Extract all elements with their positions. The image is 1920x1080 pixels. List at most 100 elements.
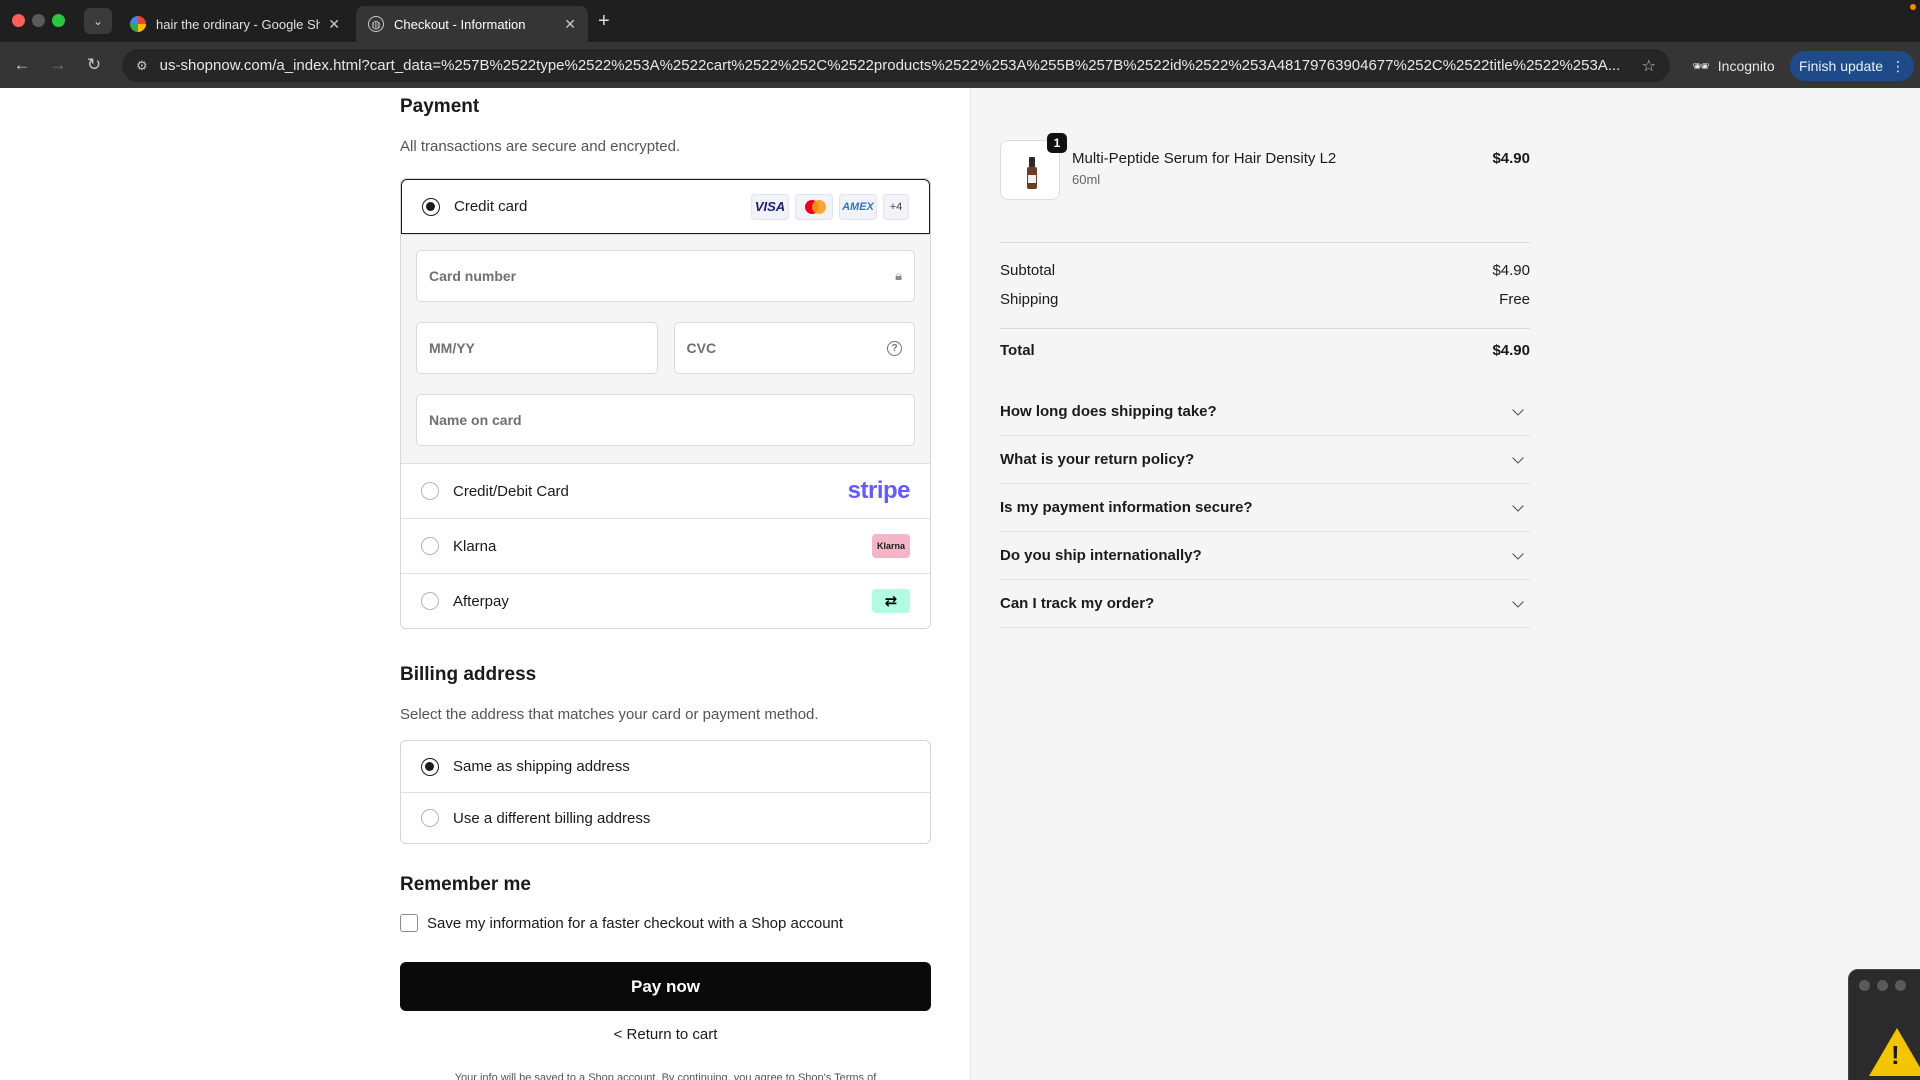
browser-toolbar: ← → ↻ ⚙ us-shopnow.com/a_index.html?cart…	[0, 42, 1920, 88]
afterpay-icon: ⇄	[872, 589, 910, 613]
billing-same-label: Same as shipping address	[453, 758, 630, 775]
cvc-input[interactable]	[686, 340, 887, 356]
radio-klarna[interactable]	[421, 537, 439, 555]
billing-options: Same as shipping address Use a different…	[400, 740, 931, 844]
chevron-down-icon	[1512, 595, 1524, 608]
billing-subtitle: Select the address that matches your car…	[400, 706, 819, 723]
window-dot	[1895, 980, 1906, 991]
help-icon[interactable]: ?	[887, 340, 902, 356]
payment-option-klarna[interactable]: Klarna Klarna	[401, 518, 930, 573]
tab-checkout[interactable]: ◍ Checkout - Information ✕	[356, 6, 588, 42]
payment-title: Payment	[400, 96, 480, 117]
billing-different-label: Use a different billing address	[453, 809, 651, 827]
subtotal-row: Subtotal $4.90	[1000, 262, 1530, 279]
more-cards-badge: +4	[883, 193, 909, 220]
pay-now-button[interactable]: Pay now	[400, 962, 931, 1011]
radio-different-address[interactable]	[421, 809, 439, 827]
checkout-page: Payment All transactions are secure and …	[0, 88, 1920, 1080]
remember-me-title: Remember me	[400, 874, 531, 895]
chevron-down-icon	[1512, 547, 1524, 560]
chevron-down-icon	[1512, 499, 1524, 512]
tab-search-button[interactable]: ⌄	[84, 8, 112, 34]
back-arrow-icon[interactable]: ←	[10, 53, 34, 77]
reload-icon[interactable]: ↻	[82, 53, 106, 77]
klarna-option-label: Klarna	[453, 537, 497, 555]
window-dot	[1877, 980, 1888, 991]
finish-update-label: Finish update	[1798, 58, 1884, 74]
serum-bottle-image	[1027, 157, 1037, 189]
remember-me-checkbox[interactable]	[400, 914, 418, 932]
payment-option-stripe[interactable]: Credit/Debit Card stripe	[401, 463, 930, 518]
product-variant: 60ml	[1072, 172, 1101, 187]
card-brand-logos: VISA AMEX +4	[751, 193, 909, 220]
close-window-button[interactable]	[12, 14, 25, 27]
faq-question: Do you ship internationally?	[1000, 547, 1202, 564]
shipping-value: Free	[1499, 291, 1530, 308]
total-value: $4.90	[1492, 342, 1530, 359]
faq-item[interactable]: How long does shipping take?	[1000, 388, 1530, 436]
tab-google-shopping[interactable]: hair the ordinary - Google Sh ✕	[118, 6, 352, 42]
remember-me-row[interactable]: Save my information for a faster checkou…	[400, 914, 843, 932]
quantity-badge: 1	[1047, 133, 1067, 153]
name-on-card-field[interactable]	[416, 394, 915, 446]
shipping-label: Shipping	[1000, 291, 1059, 308]
site-info-icon[interactable]: ⚙	[136, 58, 148, 74]
url-text[interactable]: us-shopnow.com/a_index.html?cart_data=%2…	[160, 57, 1630, 74]
return-to-cart-link[interactable]: < Return to cart	[400, 1026, 931, 1043]
subtotal-label: Subtotal	[1000, 262, 1056, 279]
notification-dot	[1910, 4, 1916, 10]
payment-subtitle: All transactions are secure and encrypte…	[400, 138, 681, 155]
finish-update-button[interactable]: Finish update ⋮	[1790, 51, 1914, 81]
card-number-field[interactable]: 🔒︎	[416, 250, 915, 302]
close-icon[interactable]: ✕	[564, 16, 576, 33]
new-tab-button[interactable]: +	[598, 10, 610, 32]
payment-option-credit-card[interactable]: Credit card VISA AMEX +4	[401, 179, 930, 234]
faq-question: What is your return policy?	[1000, 451, 1195, 468]
expiry-input[interactable]	[429, 340, 645, 356]
faq-item[interactable]: What is your return policy?	[1000, 436, 1530, 484]
afterpay-option-label: Afterpay	[453, 592, 509, 610]
bookmark-star-icon[interactable]: ☆	[1642, 56, 1656, 76]
faq-item[interactable]: Do you ship internationally?	[1000, 532, 1530, 580]
card-number-input[interactable]	[429, 268, 896, 284]
maximize-window-button[interactable]	[52, 14, 65, 27]
radio-credit-card[interactable]	[422, 197, 440, 216]
window-dot	[1859, 980, 1870, 991]
tab-title: hair the ordinary - Google Sh	[156, 16, 321, 32]
total-row: Total $4.90	[1000, 342, 1530, 359]
faq-question: Can I track my order?	[1000, 595, 1155, 612]
radio-stripe[interactable]	[421, 482, 439, 500]
stripe-option-label: Credit/Debit Card	[453, 482, 569, 500]
chevron-down-icon: ⌄	[92, 14, 104, 28]
warning-window[interactable]: !	[1848, 969, 1920, 1080]
amex-logo: AMEX	[839, 193, 877, 220]
stripe-logo: stripe	[847, 477, 911, 504]
incognito-indicator[interactable]: 🕶 Incognito	[1684, 51, 1783, 81]
expiry-field[interactable]	[416, 322, 658, 374]
lock-icon: 🔒︎	[895, 268, 902, 283]
browser-tab-strip: ⌄ hair the ordinary - Google Sh ✕ ◍ Chec…	[0, 0, 1920, 42]
legal-text: Your info will be saved to a Shop accoun…	[454, 1072, 877, 1080]
expiry-cvc-row: ?	[416, 322, 915, 374]
exclamation-icon: !	[1891, 1040, 1900, 1070]
billing-option-different[interactable]: Use a different billing address	[401, 792, 930, 843]
radio-same-address[interactable]	[421, 757, 439, 776]
shipping-row: Shipping Free	[1000, 291, 1530, 308]
payment-option-afterpay[interactable]: Afterpay ⇄	[401, 573, 930, 628]
divider	[1000, 328, 1530, 329]
forward-arrow-icon[interactable]: →	[46, 53, 70, 77]
close-icon[interactable]: ✕	[328, 16, 340, 33]
google-icon	[130, 16, 146, 32]
subtotal-value: $4.90	[1492, 262, 1530, 279]
more-vert-icon: ⋮	[1891, 57, 1906, 74]
radio-afterpay[interactable]	[421, 592, 439, 610]
faq-item[interactable]: Can I track my order?	[1000, 580, 1530, 628]
tab-title: Checkout - Information	[394, 16, 526, 32]
cvc-field[interactable]: ?	[673, 322, 915, 374]
payment-methods: Credit card VISA AMEX +4 🔒︎	[400, 178, 931, 629]
name-on-card-input[interactable]	[429, 412, 902, 428]
billing-option-same[interactable]: Same as shipping address	[401, 741, 930, 792]
faq-item[interactable]: Is my payment information secure?	[1000, 484, 1530, 532]
minimize-window-button[interactable]	[32, 14, 45, 27]
address-bar[interactable]: ⚙ us-shopnow.com/a_index.html?cart_data=…	[122, 49, 1670, 82]
